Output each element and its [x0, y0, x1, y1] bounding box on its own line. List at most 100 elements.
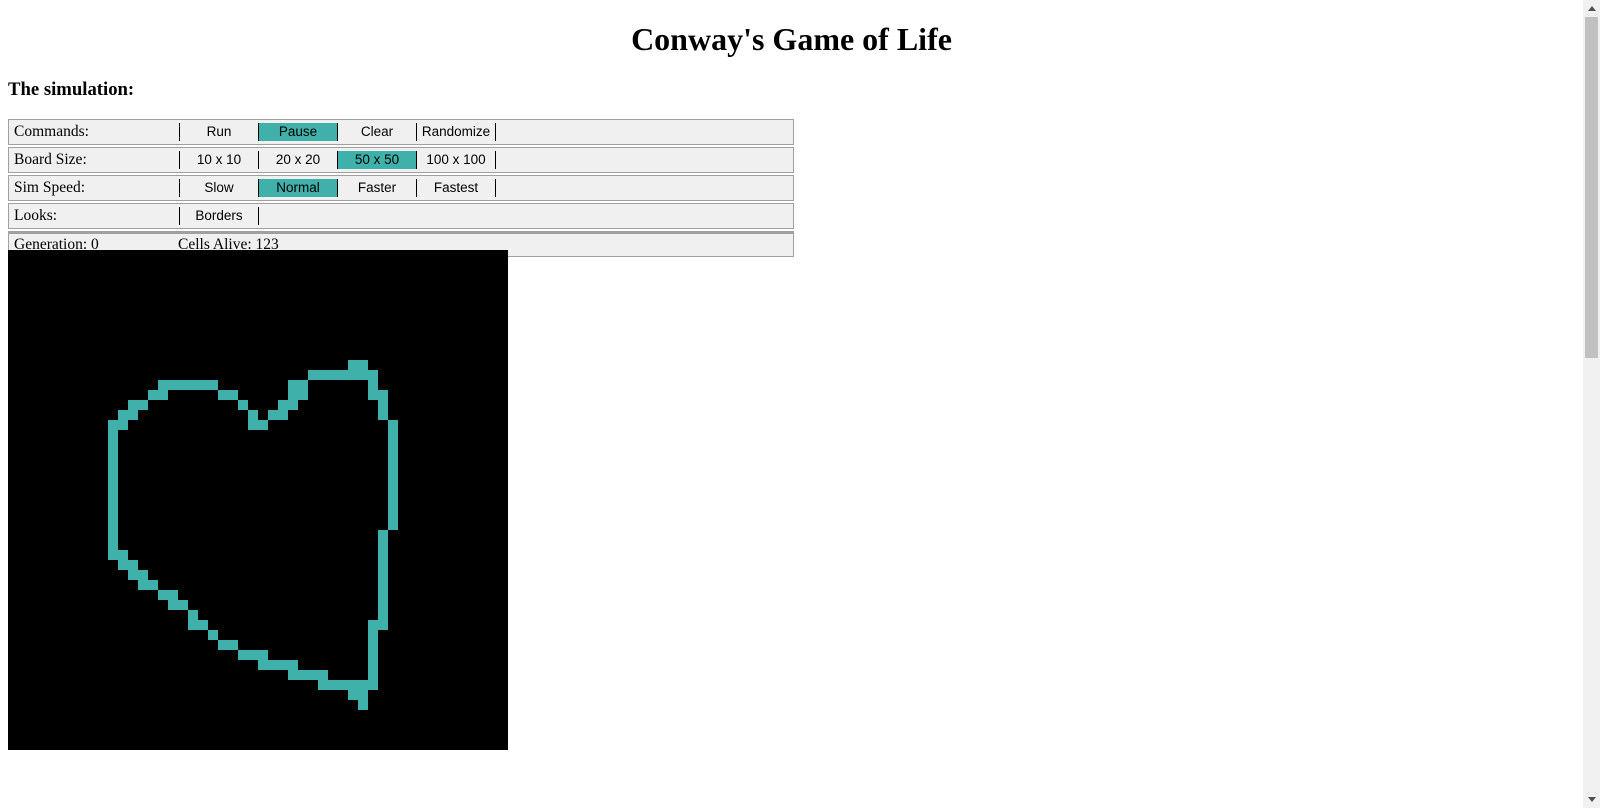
live-cell[interactable] [308, 370, 318, 380]
live-cell[interactable] [228, 640, 238, 650]
live-cell[interactable] [368, 670, 378, 680]
live-cell[interactable] [218, 640, 228, 650]
live-cell[interactable] [108, 500, 118, 510]
live-cell[interactable] [248, 410, 258, 420]
live-cell[interactable] [378, 530, 388, 540]
live-cell[interactable] [318, 670, 328, 680]
live-cell[interactable] [108, 520, 118, 530]
live-cell[interactable] [128, 560, 138, 570]
live-cell[interactable] [348, 370, 358, 380]
live-cell[interactable] [278, 660, 288, 670]
live-cell[interactable] [288, 380, 298, 390]
scroll-down-arrow-icon[interactable] [1583, 791, 1600, 808]
live-cell[interactable] [348, 360, 358, 370]
live-cell[interactable] [368, 650, 378, 660]
live-cell[interactable] [388, 460, 398, 470]
live-cell[interactable] [388, 490, 398, 500]
live-cell[interactable] [368, 390, 378, 400]
live-cell[interactable] [378, 400, 388, 410]
live-cell[interactable] [358, 370, 368, 380]
live-cell[interactable] [128, 410, 138, 420]
live-cell[interactable] [258, 660, 268, 670]
live-cell[interactable] [318, 680, 328, 690]
live-cell[interactable] [298, 390, 308, 400]
live-cell[interactable] [188, 610, 198, 620]
live-cell[interactable] [158, 590, 168, 600]
live-cell[interactable] [188, 380, 198, 390]
live-cell[interactable] [288, 390, 298, 400]
live-cell[interactable] [388, 420, 398, 430]
live-cell[interactable] [378, 560, 388, 570]
live-cell[interactable] [198, 620, 208, 630]
speed-faster-button[interactable]: Faster [338, 179, 416, 197]
size-20-button[interactable]: 20 x 20 [259, 151, 337, 169]
live-cell[interactable] [108, 420, 118, 430]
live-cell[interactable] [108, 490, 118, 500]
live-cell[interactable] [318, 370, 328, 380]
live-cell[interactable] [328, 370, 338, 380]
live-cell[interactable] [358, 680, 368, 690]
live-cell[interactable] [388, 440, 398, 450]
live-cell[interactable] [368, 630, 378, 640]
randomize-button[interactable]: Randomize [417, 123, 495, 141]
live-cell[interactable] [108, 470, 118, 480]
live-cell[interactable] [118, 560, 128, 570]
size-50-button[interactable]: 50 x 50 [338, 151, 416, 169]
live-cell[interactable] [348, 680, 358, 690]
live-cell[interactable] [368, 620, 378, 630]
live-cell[interactable] [138, 400, 148, 410]
clear-button[interactable]: Clear [338, 123, 416, 141]
live-cell[interactable] [218, 390, 228, 400]
live-cell[interactable] [388, 500, 398, 510]
live-cell[interactable] [208, 630, 218, 640]
live-cell[interactable] [248, 420, 258, 430]
live-cell[interactable] [358, 690, 368, 700]
live-cell[interactable] [108, 450, 118, 460]
live-cell[interactable] [118, 420, 128, 430]
live-cell[interactable] [108, 510, 118, 520]
pause-button[interactable]: Pause [259, 123, 337, 141]
live-cell[interactable] [278, 410, 288, 420]
live-cell[interactable] [388, 520, 398, 530]
live-cell[interactable] [168, 600, 178, 610]
live-cell[interactable] [188, 620, 198, 630]
live-cell[interactable] [378, 410, 388, 420]
live-cell[interactable] [108, 530, 118, 540]
live-cell[interactable] [278, 400, 288, 410]
live-cell[interactable] [378, 600, 388, 610]
live-cell[interactable] [338, 680, 348, 690]
live-cell[interactable] [288, 660, 298, 670]
live-cell[interactable] [138, 570, 148, 580]
live-cell[interactable] [108, 460, 118, 470]
live-cell[interactable] [198, 380, 208, 390]
live-cell[interactable] [308, 670, 318, 680]
live-cell[interactable] [138, 580, 148, 590]
live-cell[interactable] [368, 380, 378, 390]
board-canvas[interactable] [8, 250, 508, 750]
live-cell[interactable] [388, 450, 398, 460]
live-cell[interactable] [238, 650, 248, 660]
live-cell[interactable] [268, 660, 278, 670]
live-cell[interactable] [178, 380, 188, 390]
live-cell[interactable] [148, 580, 158, 590]
live-cell[interactable] [348, 690, 358, 700]
live-cell[interactable] [358, 360, 368, 370]
live-cell[interactable] [168, 590, 178, 600]
live-cell[interactable] [358, 700, 368, 710]
live-cell[interactable] [108, 550, 118, 560]
size-10-button[interactable]: 10 x 10 [180, 151, 258, 169]
live-cell[interactable] [378, 590, 388, 600]
speed-fastest-button[interactable]: Fastest [417, 179, 495, 197]
live-cell[interactable] [178, 600, 188, 610]
live-cell[interactable] [368, 680, 378, 690]
size-100-button[interactable]: 100 x 100 [417, 151, 495, 169]
live-cell[interactable] [268, 410, 278, 420]
run-button[interactable]: Run [180, 123, 258, 141]
live-cell[interactable] [118, 550, 128, 560]
live-cell[interactable] [388, 430, 398, 440]
live-cell[interactable] [148, 390, 158, 400]
live-cell[interactable] [288, 400, 298, 410]
live-cell[interactable] [228, 390, 238, 400]
live-cell[interactable] [368, 370, 378, 380]
live-cell[interactable] [158, 390, 168, 400]
